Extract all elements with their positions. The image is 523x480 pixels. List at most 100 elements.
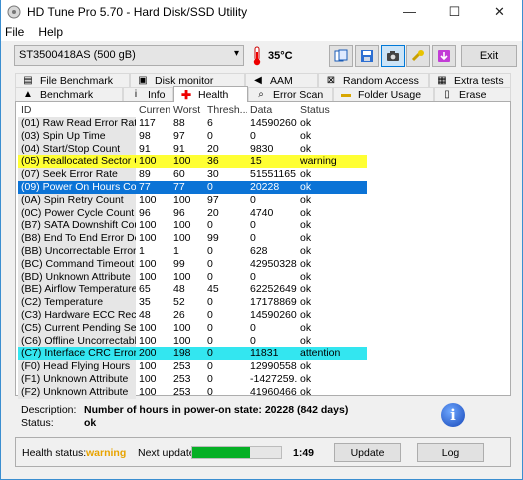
table-row[interactable]: (01) Raw Read Error Rate117 88 6 145902608o…	[18, 117, 508, 130]
info-icon[interactable]: i	[441, 403, 465, 427]
cell-threshold-value: 6	[207, 117, 213, 129]
cell-worst-value: 100	[173, 321, 191, 334]
toolbar: ST3500418AS (500 gB) ▾ 35°C Exit	[1, 41, 522, 71]
wrench-icon	[411, 50, 424, 62]
exit-button[interactable]: Exit	[461, 45, 517, 67]
cell-current-value: 77	[136, 180, 170, 194]
cell-raw-data: 15	[247, 155, 297, 169]
column-header-status[interactable]: Status	[297, 104, 367, 117]
column-header-worst[interactable]: Worst	[170, 104, 204, 117]
tab-health[interactable]: ✚ Health	[173, 86, 248, 102]
table-row[interactable]: (F2) Unknown Attribute100 253 0 419604664ok	[18, 385, 508, 399]
tab-label: AAM	[270, 74, 293, 87]
table-row[interactable]: (0C) Power Cycle Count 96 96 20 4740 ok	[18, 206, 508, 220]
table-row[interactable]: (F1) Unknown Attribute100 253 0 -1427259...…	[18, 372, 508, 386]
cell-attr-id: (F0) Head Flying Hours	[18, 360, 136, 373]
menu-help[interactable]: Help	[38, 25, 63, 39]
table-row[interactable]: (09) Power On Hours Count7777020228ok	[18, 180, 508, 194]
table-row[interactable]: (C6) Offline Uncorrectable 100 100 0 0 ok	[18, 334, 508, 348]
tab-disk-monitor[interactable]: ▣ Disk monitor	[130, 73, 245, 87]
drive-select[interactable]: ST3500418AS (500 gB) ▾	[14, 45, 244, 66]
table-row[interactable]: (C3) Hardware ECC Recover...48 26 0 1459026…	[18, 308, 508, 322]
cell-threshold-value: 97	[207, 193, 219, 206]
cell-threshold-value: 36	[204, 155, 247, 169]
minimize-button[interactable]: —	[387, 0, 432, 23]
tab-benchmark[interactable]: ▲ Benchmark	[15, 87, 123, 101]
cell-worst-value: 100	[173, 219, 191, 232]
cell-threshold-value: 45	[207, 283, 219, 296]
close-button[interactable]: ✕	[477, 0, 522, 23]
table-row[interactable]: (C5) Current Pending Sector10010000ok	[18, 321, 508, 335]
download-button[interactable]	[432, 45, 456, 67]
save-icon	[361, 50, 373, 62]
maximize-button[interactable]: ☐	[432, 0, 477, 23]
cell-status-value: ok	[300, 219, 312, 232]
cell-status-value: ok	[300, 244, 312, 257]
tab-extra-tests[interactable]: ▦ Extra tests	[429, 73, 511, 87]
menu-bar: File Help	[1, 23, 522, 41]
cell-threshold-value: 0	[207, 296, 213, 309]
table-row[interactable]: (05) Reallocated Sector Count1001003615w…	[18, 155, 508, 169]
table-row[interactable]: (07) Seek Error Rate89 60 30 51551165...ok	[18, 168, 508, 181]
table-row[interactable]: (C2) Temperature35 52 0 17178869...ok	[18, 296, 508, 309]
table-row[interactable]: (F0) Head Flying Hours100 253 0 12990558...…	[18, 360, 508, 373]
tab-label: Disk monitor	[155, 74, 214, 87]
cell-threshold-value: 0	[207, 219, 213, 232]
cell-current-value: 100	[139, 219, 157, 232]
table-row[interactable]: (BC) Command Timeout100 99 0 42950328...ok	[18, 257, 508, 271]
smart-table: ID Current Worst Thresh... Data Status (…	[18, 104, 508, 399]
cell-raw-data: 0	[250, 270, 256, 283]
table-row[interactable]: (B7) SATA Downshift Count10010000ok	[18, 219, 508, 233]
update-button[interactable]: Update	[334, 443, 401, 462]
tab-file-benchmark[interactable]: ▤ File Benchmark	[15, 73, 130, 87]
cell-raw-data: -1427259...	[250, 372, 297, 385]
tab-folder-usage[interactable]: ▬ Folder Usage	[333, 87, 434, 101]
screenshot-button[interactable]	[381, 45, 405, 67]
tab-aam[interactable]: ◀ AAM	[245, 73, 318, 87]
log-button[interactable]: Log	[417, 443, 484, 462]
table-row[interactable]: (BB) Uncorrectable Error Cou...110628ok	[18, 244, 508, 258]
cell-raw-data: 17178869...	[250, 296, 297, 309]
cell-status-value: ok	[297, 180, 367, 194]
column-header-data[interactable]: Data	[247, 104, 297, 117]
table-row[interactable]: (B8) End To End Error Detect...100100990…	[18, 232, 508, 245]
cell-worst-value: 253	[173, 385, 191, 398]
cell-attr-id: (F2) Unknown Attribute	[18, 385, 136, 399]
cell-worst-value: 77	[170, 180, 204, 194]
column-header-current[interactable]: Current	[136, 104, 170, 117]
cell-current-value: 91	[139, 142, 151, 155]
table-row[interactable]: (04) Start/Stop Count 91 91 20 9830 ok	[18, 142, 508, 156]
save-button[interactable]	[355, 45, 379, 67]
table-row[interactable]: (BD) Unknown Attribute 100 100 0 0 ok	[18, 270, 508, 284]
tab-random-access[interactable]: ⊠ Random Access	[318, 73, 429, 87]
cell-attr-id: (0A) Spin Retry Count	[18, 193, 136, 207]
cell-current-value: 117	[139, 117, 156, 129]
menu-file[interactable]: File	[5, 25, 24, 39]
tab-error-scan[interactable]: ⌕ Error Scan	[248, 87, 333, 101]
cell-threshold-value: 20	[207, 206, 219, 219]
table-row[interactable]: (0A) Spin Retry Count 100 100 97 0 ok	[18, 193, 508, 207]
table-row[interactable]: (03) Spin Up Time 98 97 0 0 ok	[18, 129, 508, 143]
column-header-threshold[interactable]: Thresh...	[204, 104, 247, 117]
cell-current-value: 100	[139, 385, 157, 398]
hdtune-icon	[7, 5, 21, 18]
cell-attr-id: (BB) Uncorrectable Error Cou...	[18, 244, 136, 258]
cell-threshold-value: 0	[207, 257, 213, 270]
tab-label: File Benchmark	[40, 74, 113, 87]
table-row[interactable]: (C7) Interface CRC Error Count2001980118…	[18, 347, 508, 361]
status-bar: Health status: warning Next update: 1:49…	[15, 437, 511, 467]
cell-attr-id: (03) Spin Up Time	[18, 129, 136, 143]
random-access-icon: ⊠	[326, 75, 336, 86]
copy-info-button[interactable]	[329, 45, 353, 67]
tab-erase[interactable]: ▯ Erase	[434, 87, 511, 101]
cell-status-value: ok	[300, 206, 312, 219]
cell-worst-value: 100	[173, 193, 191, 206]
table-row[interactable]: (BE) Airflow Temperature65 48 45 622526499o…	[18, 283, 508, 297]
cell-current-value: 65	[139, 283, 151, 296]
health-panel: ID Current Worst Thresh... Data Status (…	[15, 101, 511, 399]
next-update-time: 1:49	[293, 447, 315, 459]
options-button[interactable]	[406, 45, 430, 67]
window-title: HD Tune Pro 5.70 - Hard Disk/SSD Utility	[27, 4, 248, 19]
tab-info[interactable]: i Info	[123, 87, 173, 101]
column-header-id[interactable]: ID	[18, 104, 136, 117]
